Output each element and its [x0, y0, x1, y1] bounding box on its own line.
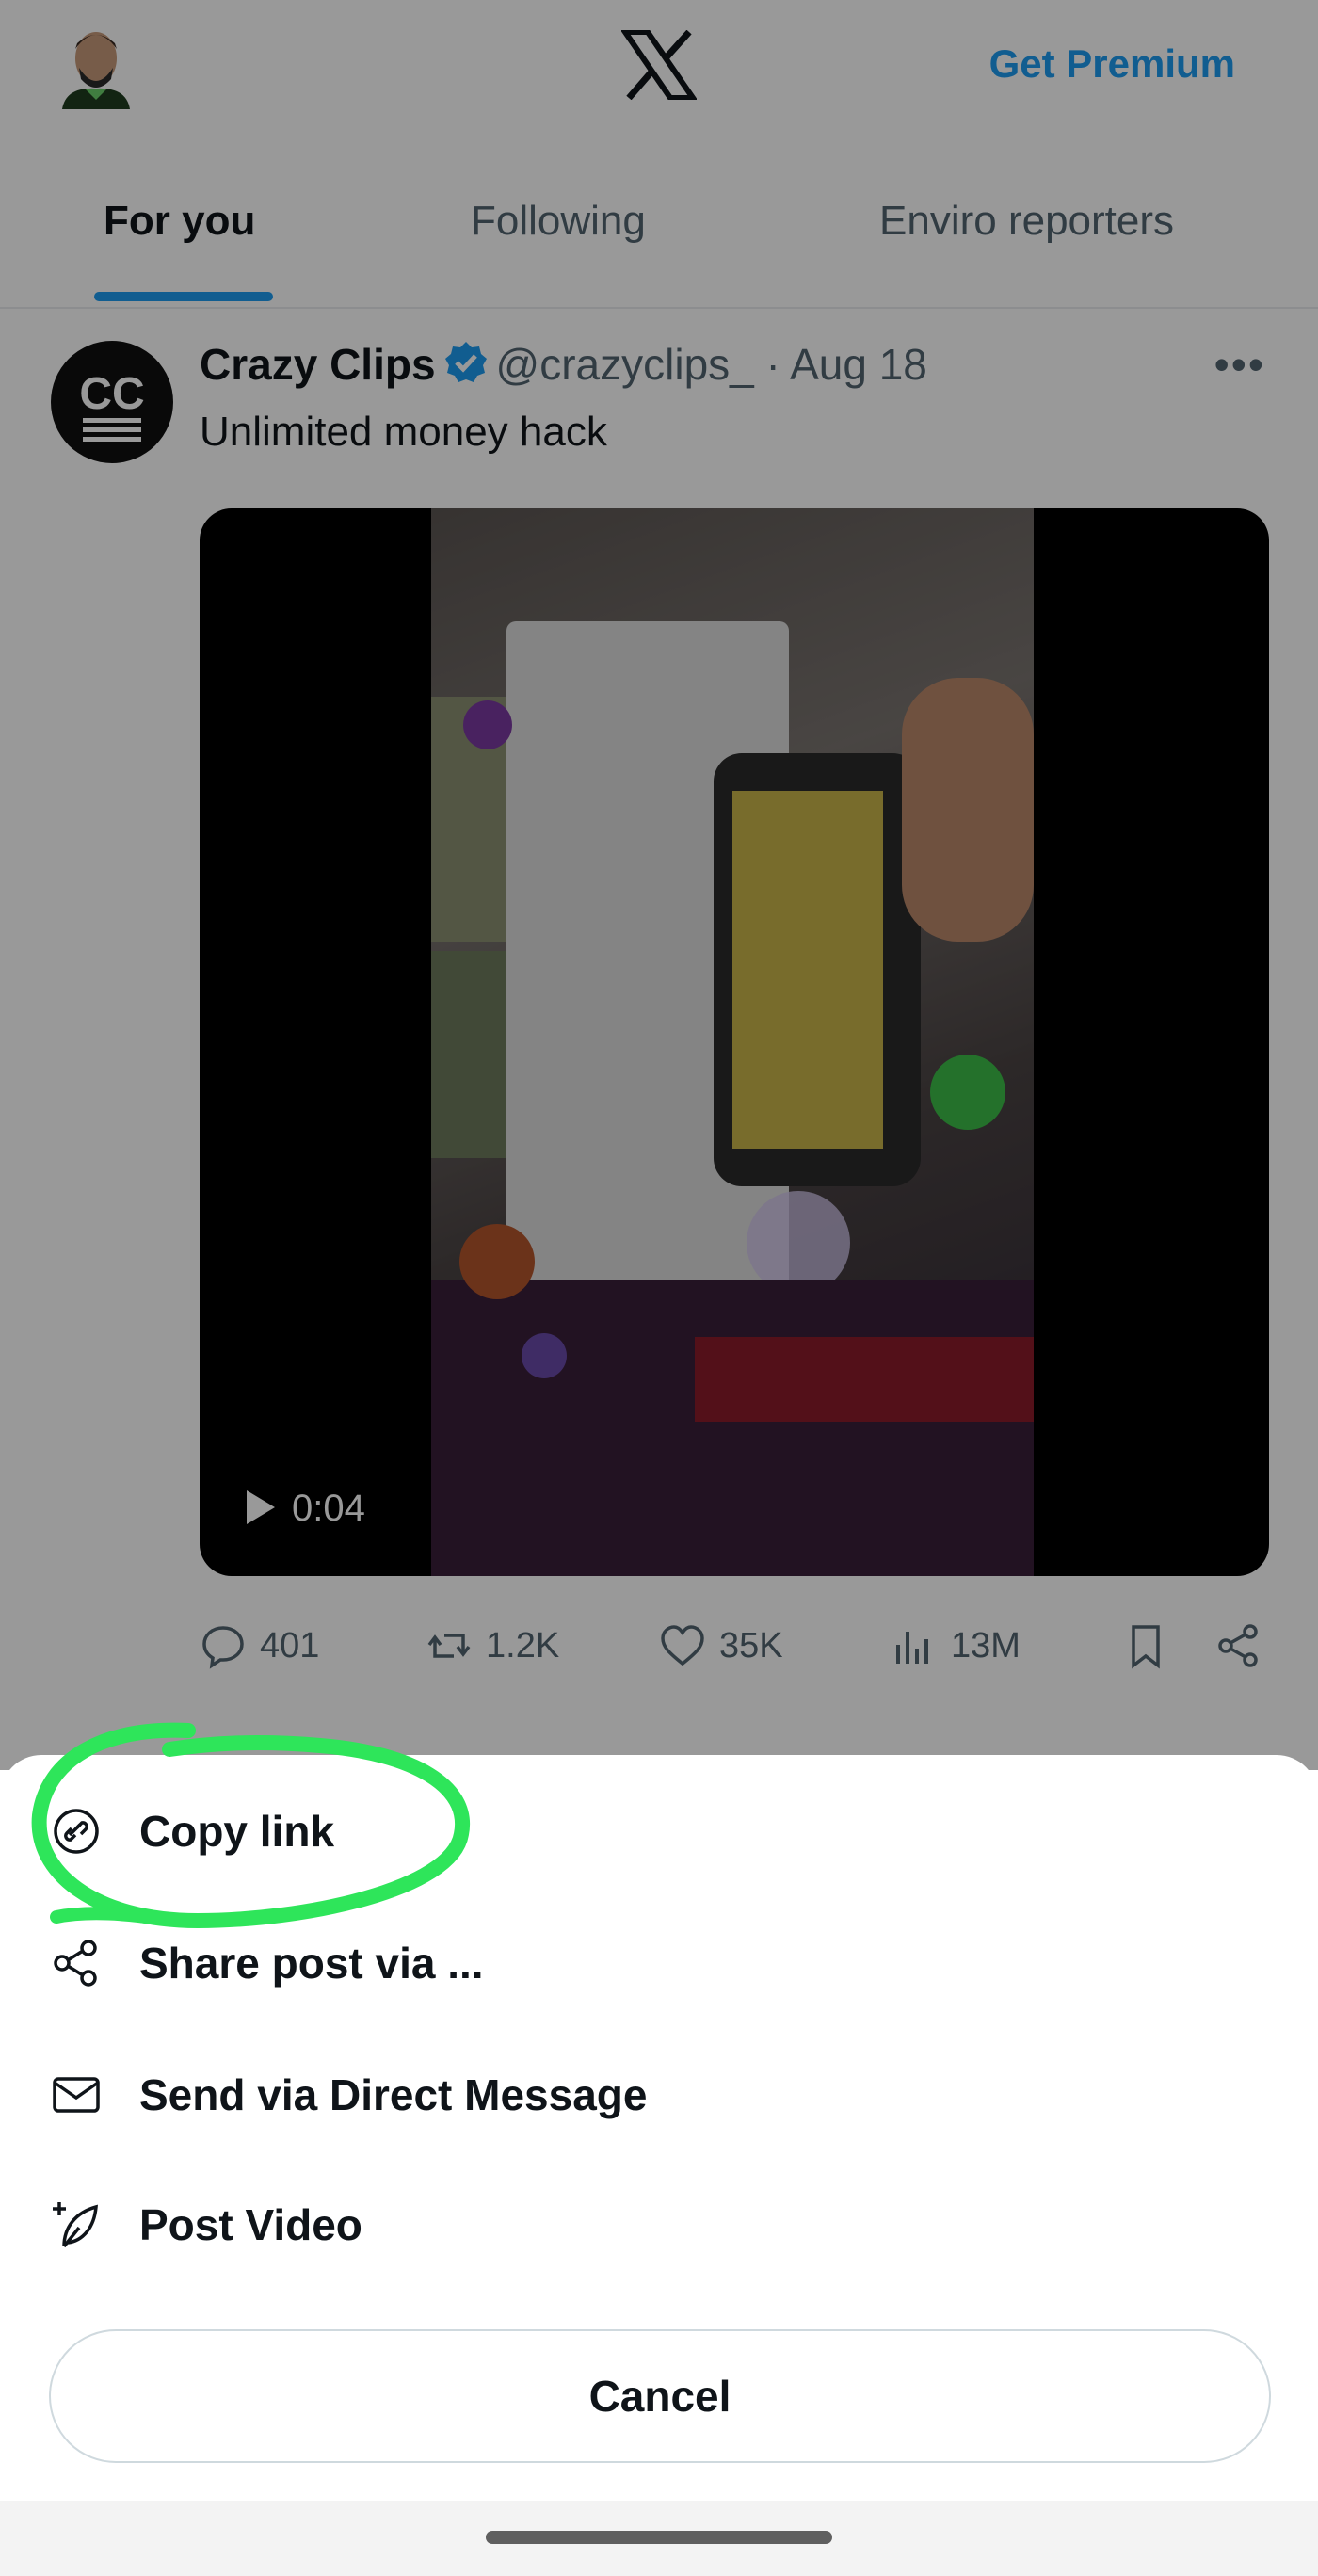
- post-video-option[interactable]: Post Video: [0, 2158, 1318, 2290]
- post[interactable]: CC Crazy Clips @crazyclips_ · Aug 18 ••• …: [0, 311, 1318, 1704]
- reply-button[interactable]: 401: [200, 1608, 319, 1683]
- x-logo-icon[interactable]: [619, 29, 699, 101]
- get-premium-link[interactable]: Get Premium: [989, 41, 1235, 87]
- system-navigation-bar: [0, 2501, 1318, 2576]
- screen: Get Premium For you Following Enviro rep…: [0, 0, 1318, 2576]
- share-post-via-option[interactable]: Share post via ...: [0, 1896, 1318, 2028]
- top-bar: Get Premium: [0, 0, 1318, 132]
- timeline-tabs: For you Following Enviro reporters: [0, 169, 1318, 309]
- bookmark-button[interactable]: [1122, 1608, 1182, 1683]
- copy-link-option[interactable]: Copy link: [0, 1764, 1318, 1896]
- share-button[interactable]: [1214, 1608, 1275, 1683]
- author-initials: CC: [79, 369, 144, 419]
- verified-badge-icon: [443, 340, 489, 385]
- like-button[interactable]: 35K: [659, 1608, 783, 1683]
- video-duration[interactable]: 0:04: [247, 1488, 365, 1530]
- active-tab-indicator: [94, 292, 273, 301]
- heart-icon: [661, 1625, 704, 1666]
- repost-icon: [427, 1634, 471, 1658]
- reply-count: 401: [260, 1625, 320, 1666]
- tab-enviro-reporters[interactable]: Enviro reporters: [879, 198, 1174, 245]
- post-video[interactable]: 0:04: [200, 508, 1269, 1576]
- post-text: Unlimited money hack: [200, 409, 607, 455]
- share-icon: [1218, 1624, 1258, 1667]
- home-gesture-bar[interactable]: [486, 2531, 832, 2544]
- send-direct-message-label: Send via Direct Message: [139, 2070, 648, 2119]
- mail-icon: [53, 2077, 100, 2113]
- post-actions: 401 1.2K 35K 13M: [200, 1608, 1278, 1683]
- like-count: 35K: [719, 1625, 783, 1666]
- reply-icon: [202, 1626, 244, 1669]
- feather-plus-icon: [53, 2202, 98, 2248]
- bookmark-icon: [1132, 1625, 1160, 1669]
- view-count: 13M: [951, 1625, 1021, 1666]
- link-icon: [54, 1809, 99, 1854]
- video-frame: [431, 508, 1034, 1576]
- views-icon: [896, 1632, 928, 1664]
- play-icon[interactable]: [247, 1490, 275, 1524]
- send-direct-message-option[interactable]: Send via Direct Message: [0, 2028, 1318, 2160]
- post-video-label: Post Video: [139, 2200, 362, 2249]
- views-button[interactable]: 13M: [891, 1608, 1021, 1683]
- profile-avatar[interactable]: [56, 21, 136, 109]
- more-options-icon[interactable]: •••: [1214, 339, 1265, 390]
- tab-following[interactable]: Following: [471, 198, 646, 245]
- repost-button[interactable]: 1.2K: [426, 1608, 559, 1683]
- share-icon: [54, 1940, 97, 1987]
- tab-for-you[interactable]: For you: [104, 198, 255, 245]
- share-bottom-sheet: Copy link Share post via ... Send via Di…: [0, 1755, 1318, 2508]
- author-row: Crazy Clips @crazyclips_ · Aug 18: [200, 339, 927, 390]
- copy-link-label: Copy link: [139, 1807, 335, 1856]
- cancel-button[interactable]: Cancel: [49, 2329, 1271, 2463]
- author-avatar[interactable]: CC: [51, 341, 173, 463]
- share-post-via-label: Share post via ...: [139, 1939, 484, 1988]
- repost-count: 1.2K: [486, 1625, 560, 1666]
- author-handle[interactable]: @crazyclips_ · Aug 18: [496, 340, 927, 389]
- author-name[interactable]: Crazy Clips: [200, 340, 436, 389]
